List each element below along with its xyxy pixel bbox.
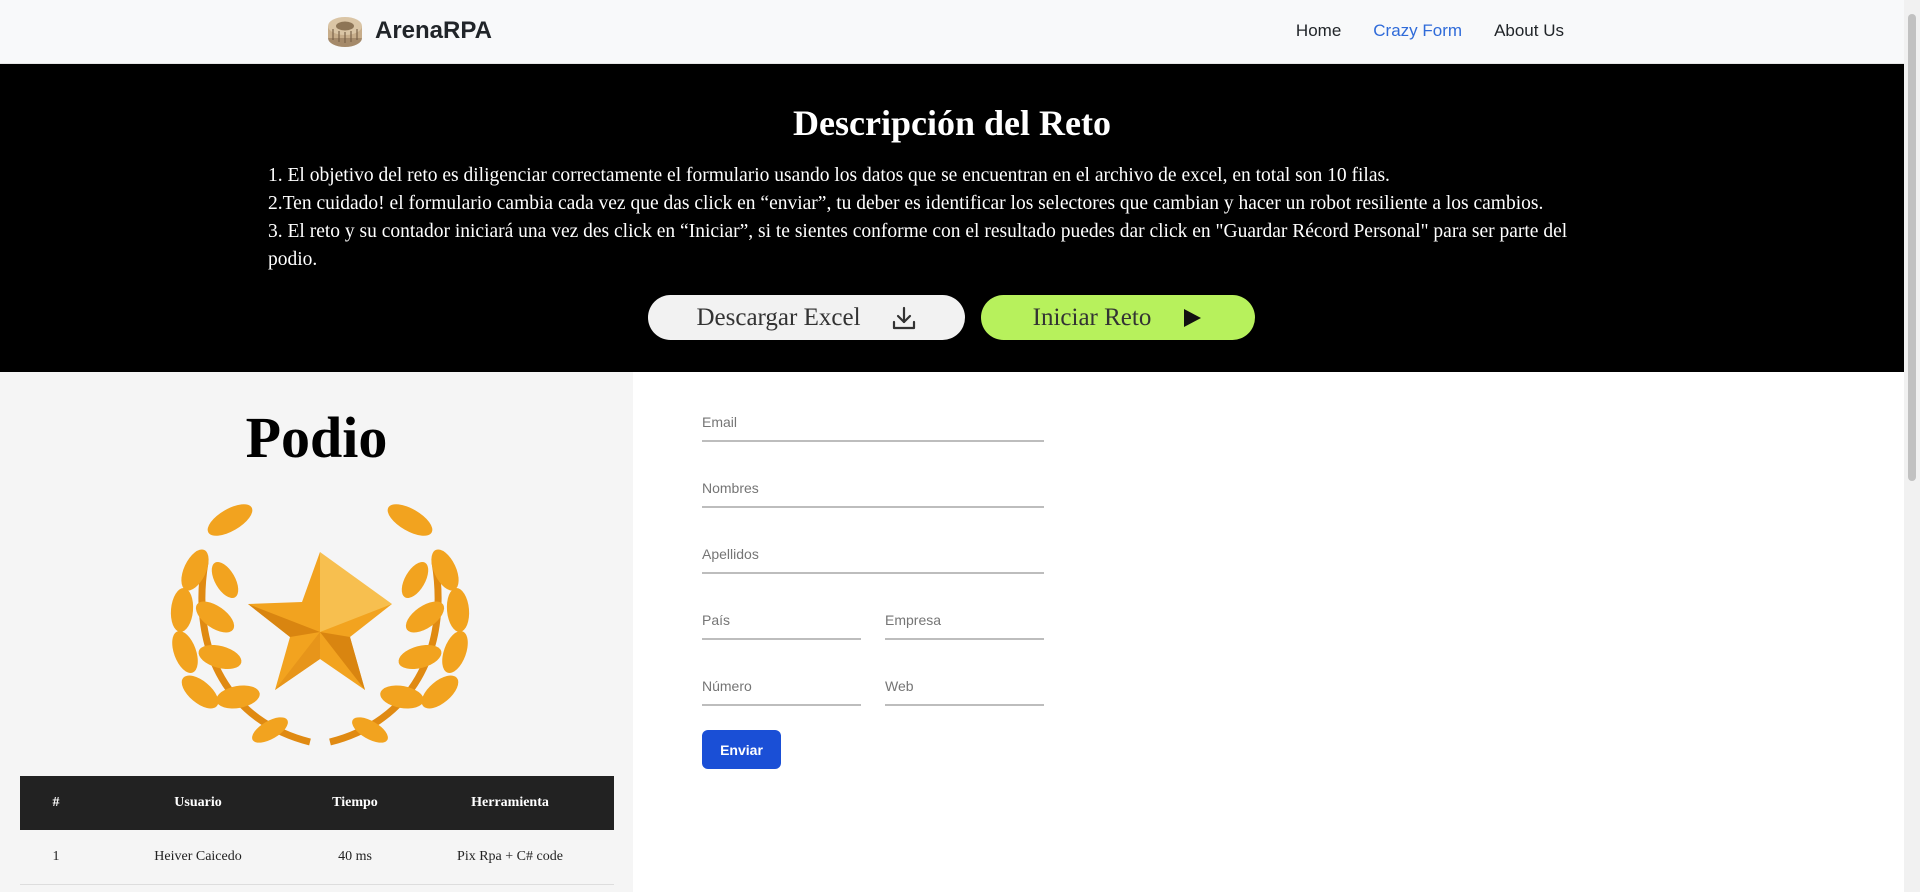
nav-link-crazy-form[interactable]: Crazy Form [1373,21,1462,41]
colosseum-logo-icon [328,17,362,47]
table-header-row: # Usuario Tiempo Herramienta [20,776,614,830]
table-row: 1 Heiver Caicedo 40 ms Pix Rpa + C# code [20,830,614,885]
pais-field-wrap [702,604,861,640]
column-header-rank: # [20,776,92,830]
laurel-star-icon [170,504,470,746]
column-header-usuario: Usuario [92,776,304,830]
page-scrollbar[interactable] [1904,0,1920,892]
cell-herramienta: Pix Rpa + C# code [406,830,614,885]
nav-link-home[interactable]: Home [1296,21,1341,41]
email-field[interactable] [702,406,1044,438]
web-field-wrap [885,670,1044,706]
cell-usuario: Heiver Caicedo [92,830,304,885]
nav-link-about-us[interactable]: About Us [1494,21,1564,41]
email-field-wrap [702,406,1044,442]
podium-table: # Usuario Tiempo Herramienta 1 Heiver Ca… [20,776,614,885]
description-line-1: 1. El objetivo del reto es diligenciar c… [268,165,1390,186]
download-icon [892,306,915,329]
brand[interactable]: ArenaRPA [327,14,492,48]
hero-description: 1. El objetivo del reto es diligenciar c… [268,162,1620,274]
numero-field[interactable] [702,670,861,702]
play-icon [1184,308,1202,327]
empresa-field-wrap [885,604,1044,640]
brand-name[interactable]: ArenaRPA [375,17,492,45]
pais-field[interactable] [702,604,861,636]
description-line-2: 2.Ten cuidado! el formulario cambia cada… [268,193,1544,214]
empresa-field[interactable] [885,604,1044,636]
cell-rank: 1 [20,830,92,885]
download-excel-button[interactable]: Descargar Excel [648,295,965,340]
hero-title: Descripción del Reto [793,103,1111,143]
numero-field-wrap [702,670,861,706]
apellidos-field[interactable] [702,538,1044,570]
podium-title: Podio [245,405,388,470]
navbar: ArenaRPA Home Crazy Form About Us [0,0,1904,64]
start-challenge-label: Iniciar Reto [1032,303,1152,331]
scrollbar-thumb[interactable] [1908,14,1916,481]
description-line-3: 3. El reto y su contador iniciará una ve… [268,221,1568,270]
column-header-tiempo: Tiempo [304,776,406,830]
challenge-description: Descripción del Reto 1. El objetivo del … [0,64,1904,372]
start-challenge-button[interactable]: Iniciar Reto [981,295,1255,340]
download-excel-label: Descargar Excel [696,303,861,331]
cell-tiempo: 40 ms [304,830,406,885]
nombres-field[interactable] [702,472,1044,504]
nav-links: Home Crazy Form About Us [1296,21,1564,41]
web-field[interactable] [885,670,1044,702]
column-header-herramienta: Herramienta [406,776,614,830]
podium-panel: Podio # Usuario Tiempo Herramienta 1 Hei… [0,372,633,892]
apellidos-field-wrap [702,538,1044,574]
nombres-field-wrap [702,472,1044,508]
submit-button[interactable]: Enviar [702,730,781,769]
